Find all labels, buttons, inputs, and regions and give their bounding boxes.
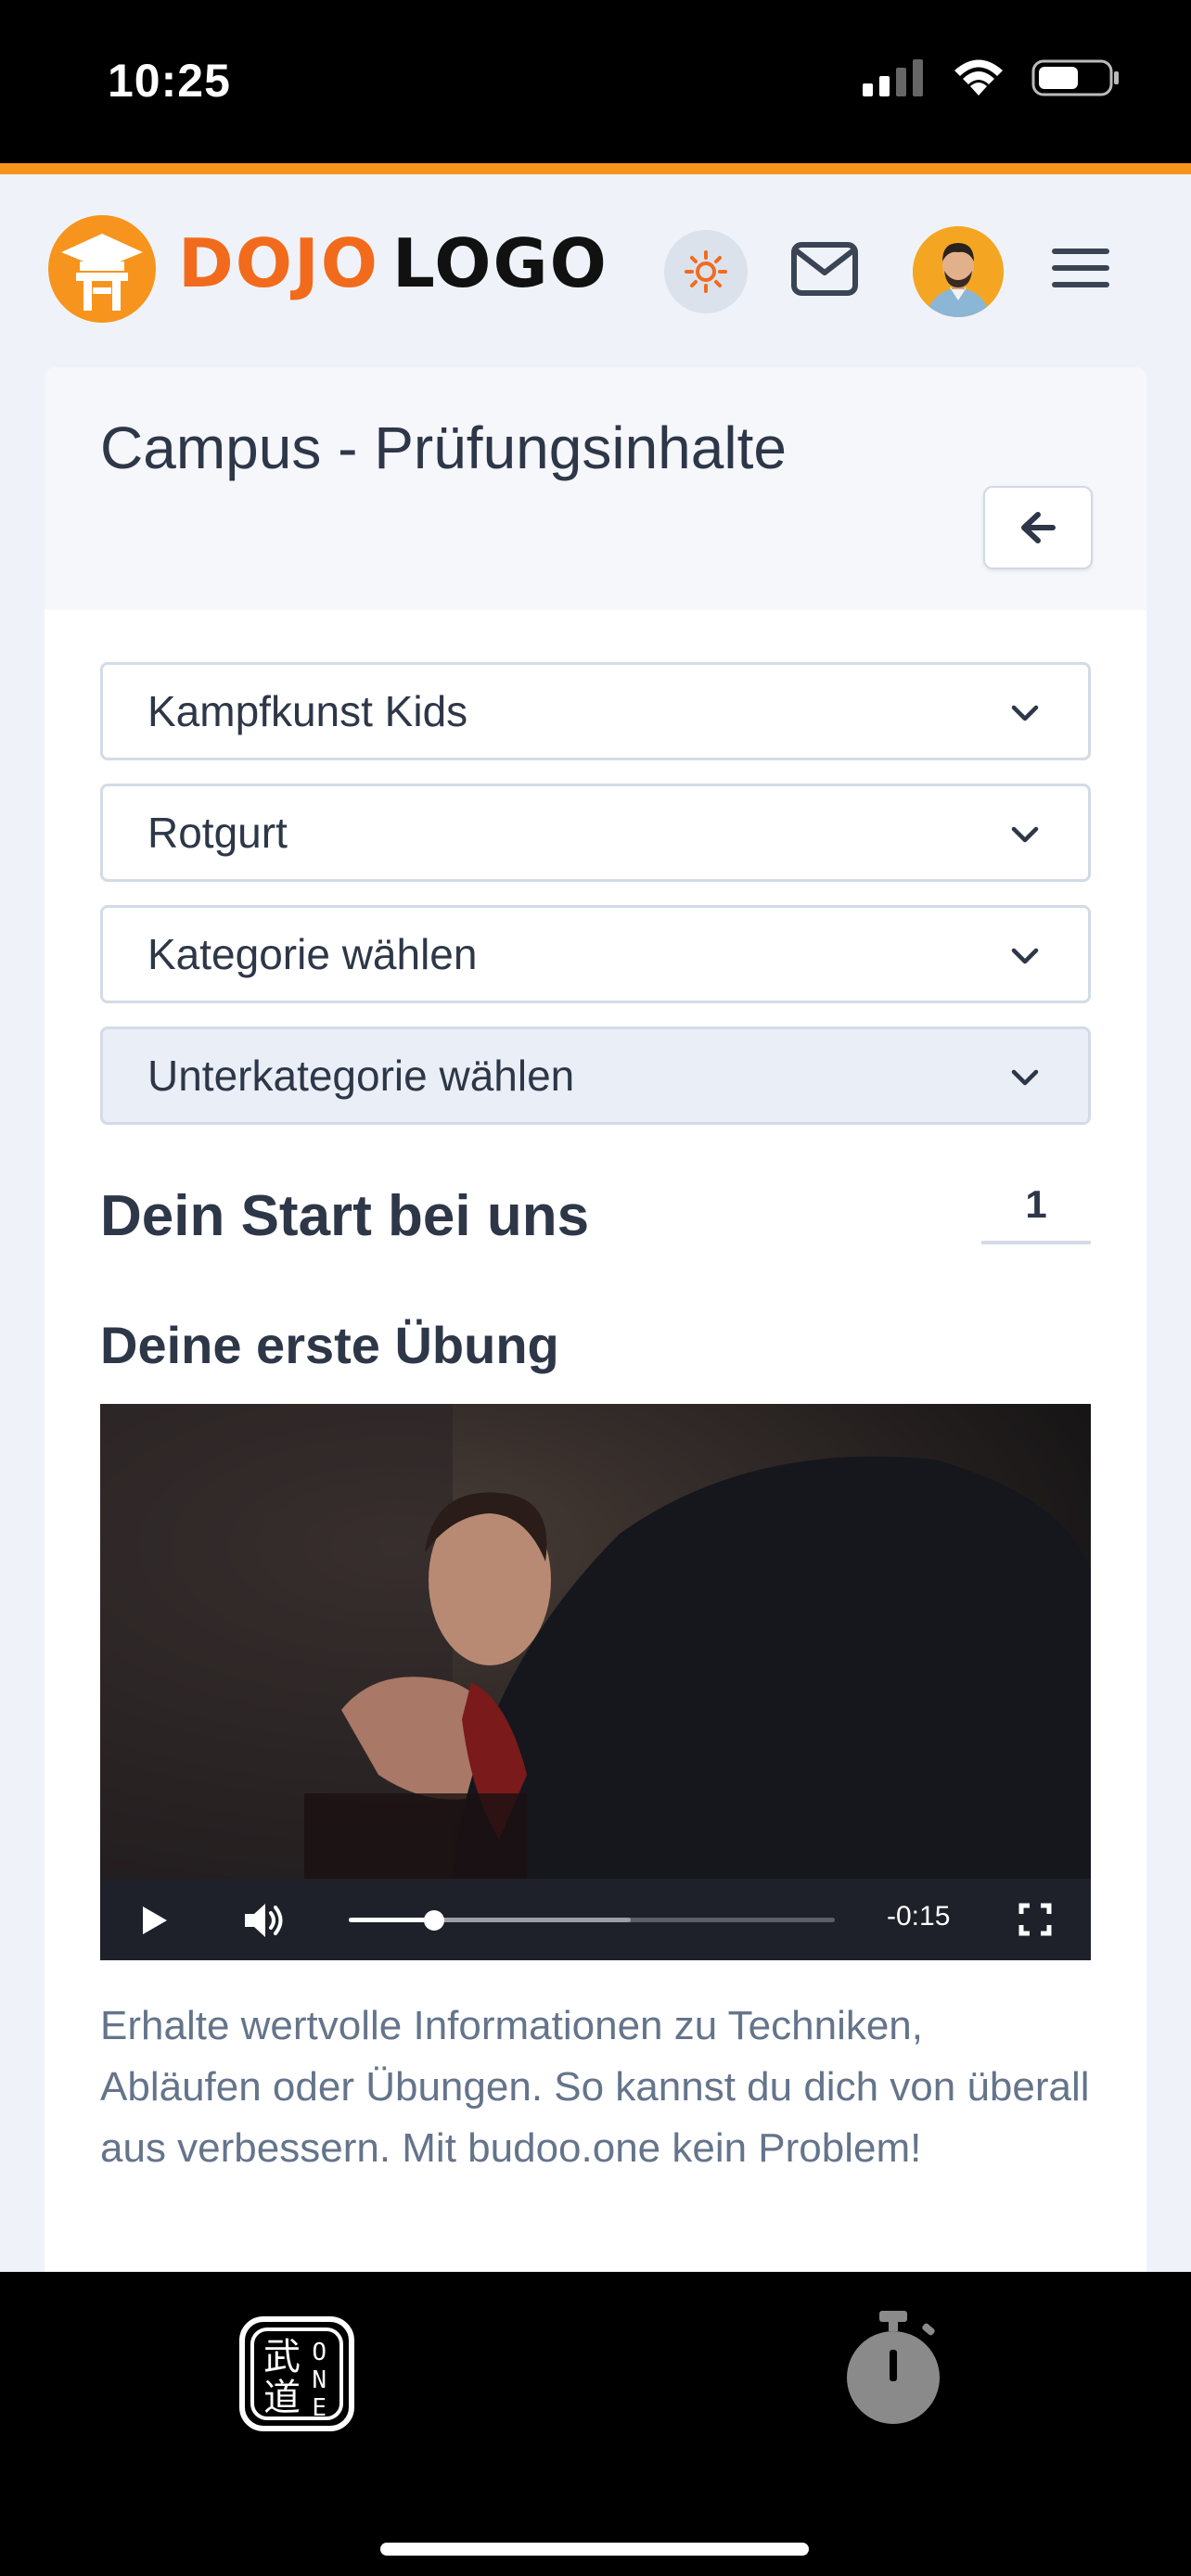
play-icon[interactable] xyxy=(141,1905,169,1936)
card-header: Campus - Prüfungsinhalte xyxy=(45,367,1146,610)
theme-toggle-button[interactable] xyxy=(664,230,748,313)
wifi-icon xyxy=(954,59,1003,96)
one-label: ONE xyxy=(312,2339,327,2422)
home-indicator[interactable] xyxy=(380,2543,809,2556)
battery-icon xyxy=(1031,59,1119,96)
subcategory-select[interactable]: Unterkategorie wählen xyxy=(100,1027,1091,1125)
exercise-description: Erhalte wertvolle Informationen zu Techn… xyxy=(100,2003,1090,2171)
category-select[interactable]: Kategorie wählen xyxy=(100,905,1091,1003)
page: DOJO LOGO Campus - Prüfungsinhalte Kampf… xyxy=(0,174,1191,2272)
video-player[interactable]: -0:15 xyxy=(100,1404,1091,1960)
budoo-one-tab[interactable]: 武道 ONE xyxy=(239,2316,354,2431)
arrow-left-icon xyxy=(1021,512,1056,543)
logo-word-dojo: DOJO xyxy=(178,224,379,302)
status-time: 10:25 xyxy=(108,55,231,107)
logo-text[interactable]: DOJO LOGO xyxy=(178,230,608,297)
avatar[interactable] xyxy=(913,226,1004,317)
budo-kanji-icon: 武道 xyxy=(263,2336,301,2419)
page-title: Campus - Prüfungsinhalte xyxy=(100,414,787,481)
back-button[interactable] xyxy=(983,486,1093,569)
exercise-title: Deine erste Übung xyxy=(100,1316,559,1374)
sun-icon xyxy=(685,250,727,293)
video-time-remaining: -0:15 xyxy=(887,1901,951,1932)
category-select-value: Kategorie wählen xyxy=(147,930,478,978)
signal-icon xyxy=(863,59,923,96)
chevron-down-icon xyxy=(1011,826,1039,843)
subcategory-select-value: Unterkategorie wählen xyxy=(147,1052,575,1100)
chevron-down-icon xyxy=(1011,705,1039,721)
chevron-down-icon xyxy=(1011,1069,1039,1086)
program-select-value: Kampfkunst Kids xyxy=(147,687,468,735)
video-frame[interactable] xyxy=(100,1404,1091,1879)
video-controls: -0:15 xyxy=(100,1879,1091,1960)
budoo-one-icon: 武道 ONE xyxy=(250,2327,343,2422)
mail-icon[interactable] xyxy=(790,241,859,297)
fullscreen-icon[interactable] xyxy=(1018,1903,1052,1936)
belt-select-value: Rotgurt xyxy=(147,809,288,857)
status-bar: 10:25 xyxy=(0,0,1191,165)
video-played-fill xyxy=(349,1918,435,1922)
logo-icon[interactable] xyxy=(46,213,158,325)
stopwatch-icon[interactable] xyxy=(842,2309,944,2429)
chevron-down-icon xyxy=(1011,948,1039,964)
volume-icon[interactable] xyxy=(243,1901,288,1940)
logo-word-logo: LOGO xyxy=(391,224,608,302)
bottom-tab-bar: 武道 ONE xyxy=(0,2272,1191,2576)
hamburger-menu-icon[interactable] xyxy=(1052,249,1109,289)
program-select[interactable]: Kampfkunst Kids xyxy=(100,662,1091,760)
section-counter: 1 xyxy=(981,1165,1091,1244)
content-card: Campus - Prüfungsinhalte Kampfkunst Kids… xyxy=(45,367,1146,2272)
video-scrubber-handle[interactable] xyxy=(424,1910,445,1931)
section-title: Dein Start bei uns xyxy=(100,1184,590,1248)
belt-select[interactable]: Rotgurt xyxy=(100,784,1091,882)
accent-bar xyxy=(0,163,1191,174)
app-header: DOJO LOGO xyxy=(0,174,1191,360)
video-progress-bar[interactable] xyxy=(349,1910,835,1931)
